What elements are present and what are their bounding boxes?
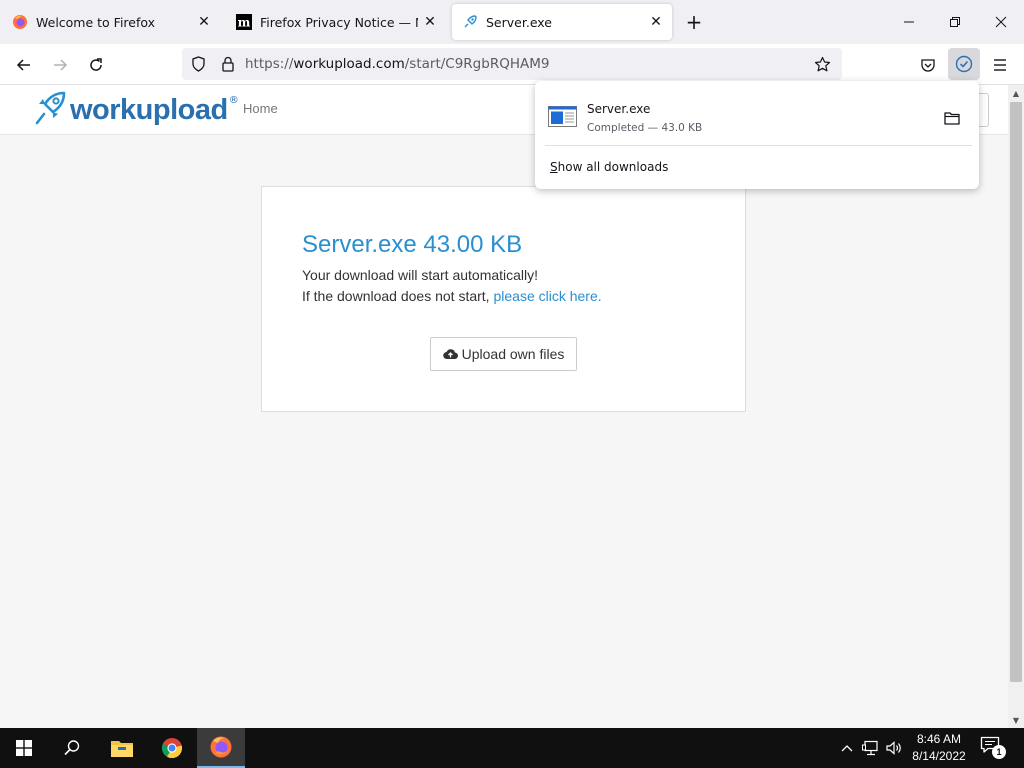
- file-title: Server.exe 43.00 KB: [302, 231, 523, 258]
- rocket-icon: [462, 14, 478, 30]
- fallback-text: If the download does not start, please c…: [302, 288, 602, 304]
- scroll-down-icon[interactable]: ▼: [1008, 712, 1024, 728]
- forward-arrow-icon[interactable]: [45, 50, 75, 80]
- url-bar[interactable]: https://workupload.com/start/C9RgbRQHAM9: [182, 48, 842, 80]
- download-file-name: Server.exe: [587, 102, 651, 116]
- show-all-downloads-button[interactable]: Show all downloads: [550, 160, 668, 174]
- network-icon[interactable]: [862, 738, 880, 758]
- firefox-taskbar-icon[interactable]: [197, 728, 245, 768]
- nav-home-link[interactable]: Home: [243, 101, 278, 116]
- svg-text:m: m: [238, 16, 251, 30]
- upload-button-label: Upload own files: [461, 346, 565, 362]
- downloads-panel: Server.exe Completed — 43.0 KB Show all …: [535, 81, 979, 189]
- clock-time: 8:46 AM: [916, 732, 962, 746]
- folder-icon[interactable]: [939, 105, 965, 131]
- download-card: Server.exe 43.00 KB Your download will s…: [261, 186, 746, 412]
- chrome-icon[interactable]: [148, 728, 196, 768]
- tab-privacy-notice[interactable]: m Firefox Privacy Notice — Mozill ✕: [226, 4, 446, 40]
- search-icon[interactable]: [48, 728, 96, 768]
- upload-own-files-button[interactable]: Upload own files: [430, 337, 577, 371]
- logo-text: workupload: [70, 93, 228, 126]
- tab-title: Server.exe: [486, 14, 552, 30]
- file-explorer-icon[interactable]: [98, 728, 146, 768]
- system-clock[interactable]: 8:46 AM 8/14/2022: [906, 731, 972, 765]
- download-item[interactable]: Server.exe Completed — 43.0 KB: [535, 85, 979, 143]
- notification-center-icon[interactable]: 1: [980, 736, 1006, 760]
- tab-title: Firefox Privacy Notice — Mozill: [260, 14, 418, 30]
- bookmark-star-icon[interactable]: [808, 50, 836, 78]
- shield-icon[interactable]: [183, 49, 213, 79]
- close-window-icon[interactable]: [978, 0, 1024, 44]
- clock-date: 8/14/2022: [912, 749, 966, 763]
- new-tab-icon[interactable]: +: [682, 10, 706, 34]
- notification-count-badge: 1: [992, 745, 1006, 759]
- exe-file-icon: [548, 106, 577, 127]
- menu-hamburger-icon[interactable]: [985, 50, 1015, 80]
- scroll-up-icon[interactable]: ▲: [1008, 85, 1024, 101]
- volume-icon[interactable]: [885, 738, 903, 758]
- workupload-logo[interactable]: workupload ®: [34, 90, 239, 130]
- tab-title: Welcome to Firefox: [36, 14, 156, 30]
- cloud-upload-icon: [442, 348, 458, 360]
- navigation-toolbar: https://workupload.com/start/C9RgbRQHAM9: [0, 44, 1024, 85]
- windows-taskbar: 8:46 AM 8/14/2022 1: [0, 728, 1024, 768]
- chevron-up-icon[interactable]: [838, 738, 856, 758]
- close-tab-icon[interactable]: ✕: [418, 10, 442, 34]
- scroll-thumb[interactable]: [1010, 102, 1022, 682]
- panel-divider: [545, 145, 972, 146]
- windows-start-icon[interactable]: [0, 728, 48, 768]
- click-here-link[interactable]: please click here.: [493, 288, 601, 304]
- logo-registered-mark: ®: [228, 95, 239, 106]
- rocket-logo-icon: [34, 90, 68, 130]
- firefox-icon: [12, 14, 28, 30]
- tab-server-exe[interactable]: Server.exe ✕: [452, 4, 672, 40]
- pocket-icon[interactable]: [913, 50, 943, 80]
- close-tab-icon[interactable]: ✕: [192, 10, 216, 34]
- close-tab-icon[interactable]: ✕: [644, 10, 668, 34]
- page-scrollbar[interactable]: ▲ ▼: [1008, 85, 1024, 728]
- reload-icon[interactable]: [81, 50, 111, 80]
- restore-icon[interactable]: [932, 0, 978, 44]
- minimize-icon[interactable]: [886, 0, 932, 44]
- auto-start-text: Your download will start automatically!: [302, 267, 539, 283]
- back-arrow-icon[interactable]: [9, 50, 39, 80]
- mozilla-m-icon: m: [236, 14, 252, 30]
- downloads-icon[interactable]: [948, 48, 980, 80]
- url-text[interactable]: https://workupload.com/start/C9RgbRQHAM9: [245, 56, 549, 72]
- lock-icon[interactable]: [213, 49, 243, 79]
- tab-strip: Welcome to Firefox ✕ m Firefox Privacy N…: [0, 0, 1024, 44]
- download-status: Completed — 43.0 KB: [587, 122, 703, 134]
- tab-welcome[interactable]: Welcome to Firefox ✕: [2, 4, 220, 40]
